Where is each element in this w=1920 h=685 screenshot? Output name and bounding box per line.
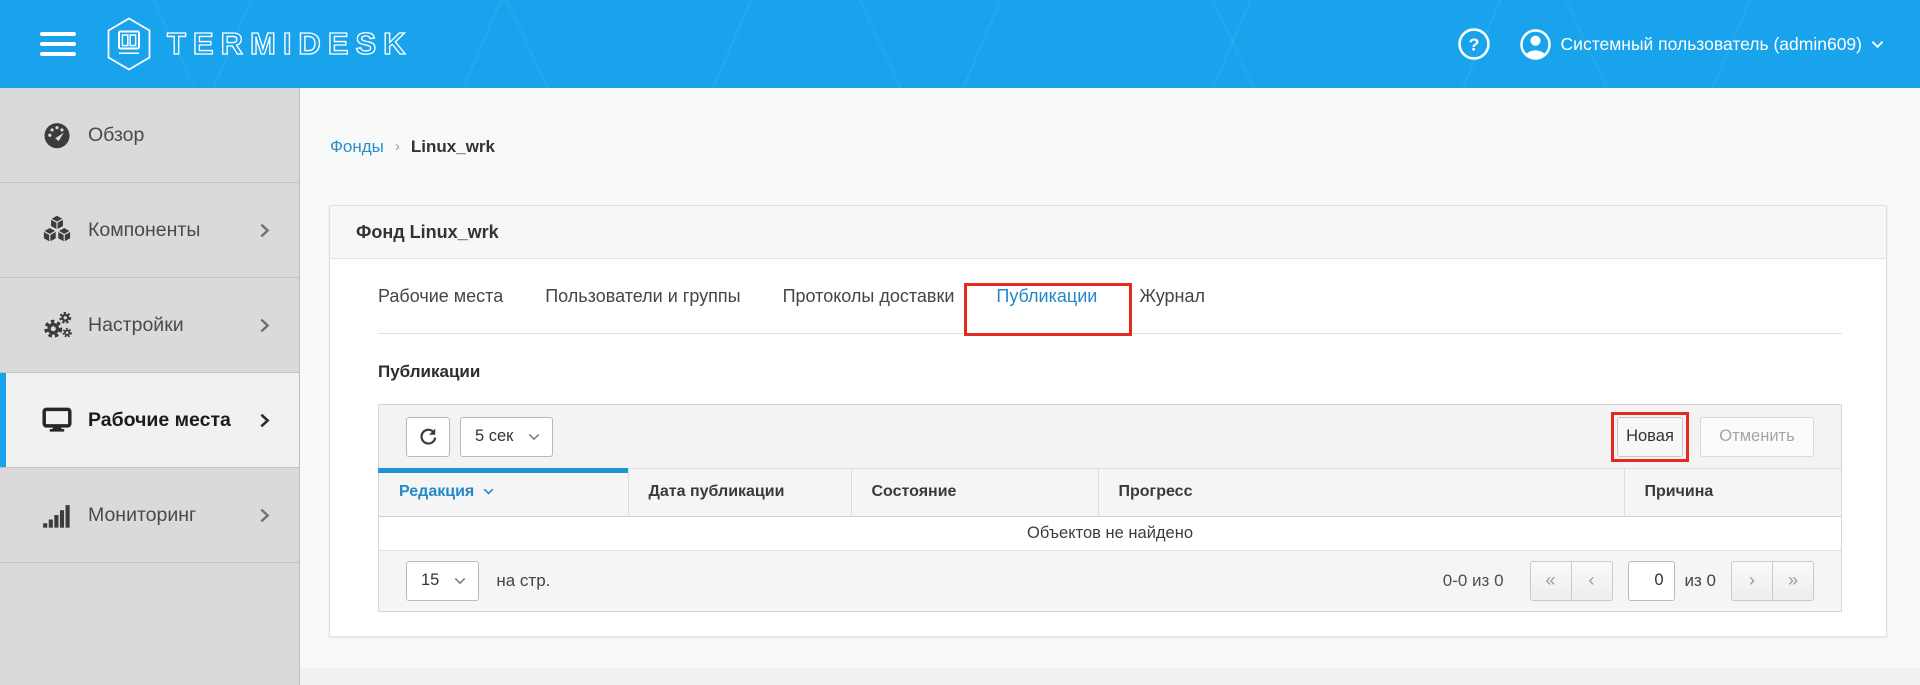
dashboard-gauge-icon: [40, 119, 74, 151]
column-label: Редакция: [399, 483, 474, 500]
tab-label: Пользователи и группы: [545, 286, 740, 307]
chevron-right-icon: [256, 317, 273, 334]
cancel-button[interactable]: Отменить: [1700, 417, 1814, 457]
page-size-select[interactable]: 15: [406, 561, 479, 601]
sidebar-navigation: Обзор Компоненты: [0, 88, 300, 685]
breadcrumb-current: Linux_wrk: [411, 137, 495, 157]
tab-label: Протоколы доставки: [783, 286, 955, 307]
pagination-range-label: 0-0 из 0: [1443, 571, 1504, 591]
sidebar-item-label: Рабочие места: [88, 409, 256, 432]
help-question-icon[interactable]: ?: [1457, 27, 1491, 61]
table-empty-row: Объектов не найдено: [379, 516, 1841, 550]
chevron-right-icon: [256, 222, 273, 239]
refresh-interval-value: 5 сек: [475, 427, 513, 446]
section-title: Публикации: [378, 362, 1842, 382]
pagination-bar: 15 на стр. 0-0 из 0 « ‹: [379, 551, 1841, 611]
components-cubes-icon: [40, 214, 74, 246]
refresh-interval-select[interactable]: 5 сек: [460, 417, 553, 457]
column-header-publish-date[interactable]: Дата публикации: [628, 469, 851, 516]
publications-table: Редакция Дата публикации Состояние Прогр…: [379, 469, 1841, 551]
workplaces-monitor-icon: [40, 404, 74, 436]
sidebar-item-components[interactable]: Компоненты: [0, 183, 299, 278]
sort-descending-icon: [483, 488, 494, 495]
termidesk-logo: TERMIDESK: [106, 16, 413, 72]
top-header: TERMIDESK ? Системный пользователь (admi…: [0, 0, 1920, 88]
sidebar-item-settings[interactable]: Настройки: [0, 278, 299, 373]
page-of-label: из 0: [1685, 571, 1716, 591]
column-header-reason[interactable]: Причина: [1624, 469, 1841, 516]
sidebar-item-label: Обзор: [88, 124, 273, 147]
hamburger-menu-icon[interactable]: [40, 26, 76, 62]
breadcrumb-separator: ›: [395, 138, 400, 155]
fund-tabs: Рабочие места Пользователи и группы Прот…: [378, 259, 1842, 334]
chevron-right-icon: [256, 507, 273, 524]
breadcrumb-link-funds[interactable]: Фонды: [330, 137, 384, 157]
chevron-right-icon: [256, 412, 273, 429]
tab-label: Публикации: [996, 286, 1097, 307]
column-header-revision[interactable]: Редакция: [379, 469, 628, 516]
user-menu[interactable]: Системный пользователь (admin609): [1519, 28, 1884, 61]
chevron-down-icon: [454, 577, 466, 585]
sidebar-item-monitoring[interactable]: Мониторинг: [0, 468, 299, 563]
chevron-down-icon: [528, 433, 540, 441]
page-size-value: 15: [421, 571, 439, 590]
previous-page-button[interactable]: ‹: [1571, 561, 1613, 601]
breadcrumb: Фонды › Linux_wrk: [300, 88, 1920, 205]
svg-text:?: ?: [1468, 35, 1479, 55]
per-page-label: на стр.: [496, 571, 550, 591]
termidesk-hexagon-icon: [106, 16, 152, 72]
last-page-button[interactable]: »: [1772, 561, 1814, 601]
refresh-icon: [417, 426, 439, 448]
new-publication-button[interactable]: Новая: [1617, 417, 1683, 457]
empty-state-text: Объектов не найдено: [379, 516, 1841, 550]
next-page-button[interactable]: ›: [1731, 561, 1773, 601]
sidebar-item-label: Компоненты: [88, 219, 256, 242]
column-label: Состояние: [872, 483, 957, 500]
first-page-button[interactable]: «: [1530, 561, 1572, 601]
page-bottom-strip: [300, 668, 1920, 685]
tab-journal[interactable]: Журнал: [1118, 259, 1226, 333]
tab-publications[interactable]: Публикации: [975, 259, 1118, 333]
current-page-input[interactable]: [1628, 561, 1675, 601]
user-name-label: Системный пользователь (admin609): [1561, 34, 1862, 55]
sidebar-item-label: Настройки: [88, 314, 256, 337]
sidebar-item-workplaces[interactable]: Рабочие места: [0, 373, 299, 468]
column-label: Прогресс: [1119, 483, 1193, 500]
user-avatar-icon: [1519, 28, 1552, 61]
column-header-state[interactable]: Состояние: [851, 469, 1098, 516]
tab-label: Рабочие места: [378, 286, 503, 307]
fund-card: Фонд Linux_wrk Рабочие места Пользовател…: [329, 205, 1887, 637]
publications-panel: 5 сек Новая Отменить: [378, 404, 1842, 612]
tab-users-groups[interactable]: Пользователи и группы: [524, 259, 761, 333]
tab-label: Журнал: [1139, 286, 1205, 307]
chevron-down-icon: [1871, 40, 1884, 49]
card-title: Фонд Linux_wrk: [356, 222, 499, 243]
sidebar-item-overview[interactable]: Обзор: [0, 88, 299, 183]
column-label: Причина: [1645, 483, 1714, 500]
column-header-progress[interactable]: Прогресс: [1098, 469, 1624, 516]
tab-workplaces[interactable]: Рабочие места: [378, 259, 524, 333]
card-header: Фонд Linux_wrk: [330, 206, 1886, 259]
sidebar-item-label: Мониторинг: [88, 504, 256, 527]
main-content: Фонды › Linux_wrk Фонд Linux_wrk Рабочие…: [300, 88, 1920, 685]
tab-delivery-protocols[interactable]: Протоколы доставки: [762, 259, 976, 333]
panel-toolbar: 5 сек Новая Отменить: [379, 405, 1841, 469]
logo-wordmark: TERMIDESK: [167, 26, 413, 62]
column-label: Дата публикации: [649, 483, 785, 500]
settings-gears-icon: [40, 309, 74, 341]
monitoring-signal-icon: [40, 499, 74, 531]
refresh-button[interactable]: [406, 417, 450, 457]
